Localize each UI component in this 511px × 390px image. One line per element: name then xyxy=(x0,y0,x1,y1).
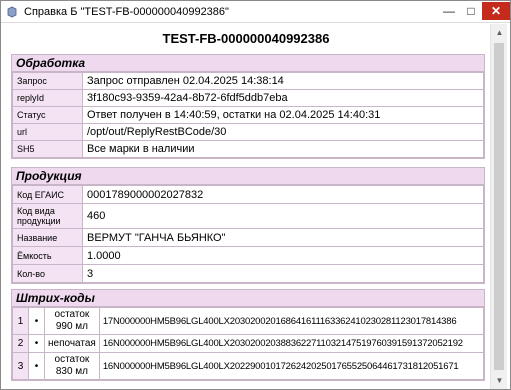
bullet-icon: • xyxy=(28,334,45,353)
table-row: SH5 Все марки в наличии xyxy=(12,140,484,158)
barcodes-section: Штрих-коды 1 • остаток 990 мл 17N000000H… xyxy=(11,289,485,381)
scroll-down-icon[interactable]: ▼ xyxy=(491,372,508,389)
table-row: Название ВЕРМУТ "ГАНЧА БЬЯНКО" xyxy=(12,228,484,247)
row-key: url xyxy=(12,123,83,141)
barcode-value: 16N000000HM5B96LGL400LX20302002038836227… xyxy=(98,334,485,353)
table-row: Ёмкость 1.0000 xyxy=(12,246,484,265)
row-key: SH5 xyxy=(12,140,83,158)
table-row: Код ЕГАИС 0001789000002027832 xyxy=(12,185,484,204)
table-row: url/opt/out/ReplyRestBCode/30 xyxy=(12,123,484,141)
row-value: Все марки в наличии xyxy=(82,140,484,158)
barcode-value: 16N000000HM5B96LGL400LX20229001017262420… xyxy=(98,352,485,380)
barcode-status: непочатая xyxy=(44,334,100,353)
row-key: Запрос xyxy=(12,72,83,90)
window-title: Справка Б "TEST-FB-000000040992386" xyxy=(24,5,229,18)
title-bar[interactable]: Справка Б "TEST-FB-000000040992386" — □ … xyxy=(1,1,510,23)
row-value: 460 xyxy=(82,203,484,229)
processing-section: Обработка Запрос Запрос отправлен 02.04.2… xyxy=(11,54,485,159)
table-row: Кол-во 3 xyxy=(12,264,484,283)
barcode-value: 17N000000HM5B96LGL400LX20302002016864161… xyxy=(98,307,485,335)
maximize-icon[interactable]: □ xyxy=(460,2,482,20)
row-value: 0001789000002027832 xyxy=(82,185,484,204)
bullet-icon: • xyxy=(28,352,45,380)
minimize-icon[interactable]: — xyxy=(438,2,460,20)
table-row: 1 • остаток 990 мл 17N000000HM5B96LGL400… xyxy=(12,307,485,335)
table-row: Запрос Запрос отправлен 02.04.2025 14:38:… xyxy=(12,72,484,90)
row-number: 1 xyxy=(12,307,29,335)
row-key: replyId xyxy=(12,89,83,107)
processing-table: Запрос Запрос отправлен 02.04.2025 14:38:… xyxy=(12,72,484,158)
row-value: Запрос отправлен 02.04.2025 14:38:14 xyxy=(82,72,484,90)
row-value: Ответ получен в 14:40:59, остатки на 02.… xyxy=(82,106,484,124)
barcode-status: остаток 990 мл xyxy=(44,307,100,335)
row-key: Название xyxy=(12,228,83,247)
window: Справка Б "TEST-FB-000000040992386" — □ … xyxy=(0,0,511,390)
row-key: Код вида продукции xyxy=(12,203,83,229)
row-key: Ёмкость xyxy=(12,246,83,265)
scroll-up-icon[interactable]: ▲ xyxy=(491,24,508,41)
row-value: 3f180c93-9359-42a4-8b72-6fdf5ddb7eba xyxy=(82,89,484,107)
row-value: 1.0000 xyxy=(82,246,484,265)
scroll-thumb[interactable] xyxy=(494,43,504,370)
product-table: Код ЕГАИС 0001789000002027832 Код вида пр… xyxy=(12,185,484,283)
processing-heading: Обработка xyxy=(12,55,484,72)
window-controls: — □ ✕ xyxy=(438,1,510,22)
barcodes-table: 1 • остаток 990 мл 17N000000HM5B96LGL400… xyxy=(12,307,485,380)
page-title: TEST-FB-000000040992386 xyxy=(162,31,330,46)
table-row: replyId 3f180c93-9359-42a4-8b72-6fdf5ddb7… xyxy=(12,89,484,107)
table-row: Статус Ответ получен в 14:40:59, остатки … xyxy=(12,106,484,124)
table-row: 3 • остаток 830 мл 16N000000HM5B96LGL400… xyxy=(12,352,485,380)
row-key: Код ЕГАИС xyxy=(12,185,83,204)
bullet-icon: • xyxy=(28,307,45,335)
vertical-scrollbar[interactable]: ▲ ▼ xyxy=(490,24,507,389)
barcodes-heading: Штрих-коды xyxy=(12,290,484,307)
row-key: Статус xyxy=(12,106,83,124)
table-row: 2 • непочатая 16N000000HM5B96LGL400LX203… xyxy=(12,334,485,353)
table-row: Код вида продукции 460 xyxy=(12,203,484,229)
row-value: /opt/out/ReplyRestBCode/30 xyxy=(82,123,484,141)
barcode-status: остаток 830 мл xyxy=(44,352,100,380)
row-value: ВЕРМУТ "ГАНЧА БЬЯНКО" xyxy=(82,228,484,247)
row-key: Кол-во xyxy=(12,264,83,283)
row-number: 2 xyxy=(12,334,29,353)
app-icon xyxy=(5,5,19,19)
product-heading: Продукция xyxy=(12,168,484,185)
product-section: Продукция Код ЕГАИС 0001789000002027832 К… xyxy=(11,167,485,284)
report-content: TEST-FB-000000040992386 Обработка Запрос… xyxy=(3,24,489,389)
row-value: 3 xyxy=(82,264,484,283)
close-icon[interactable]: ✕ xyxy=(482,2,510,20)
row-number: 3 xyxy=(12,352,29,380)
